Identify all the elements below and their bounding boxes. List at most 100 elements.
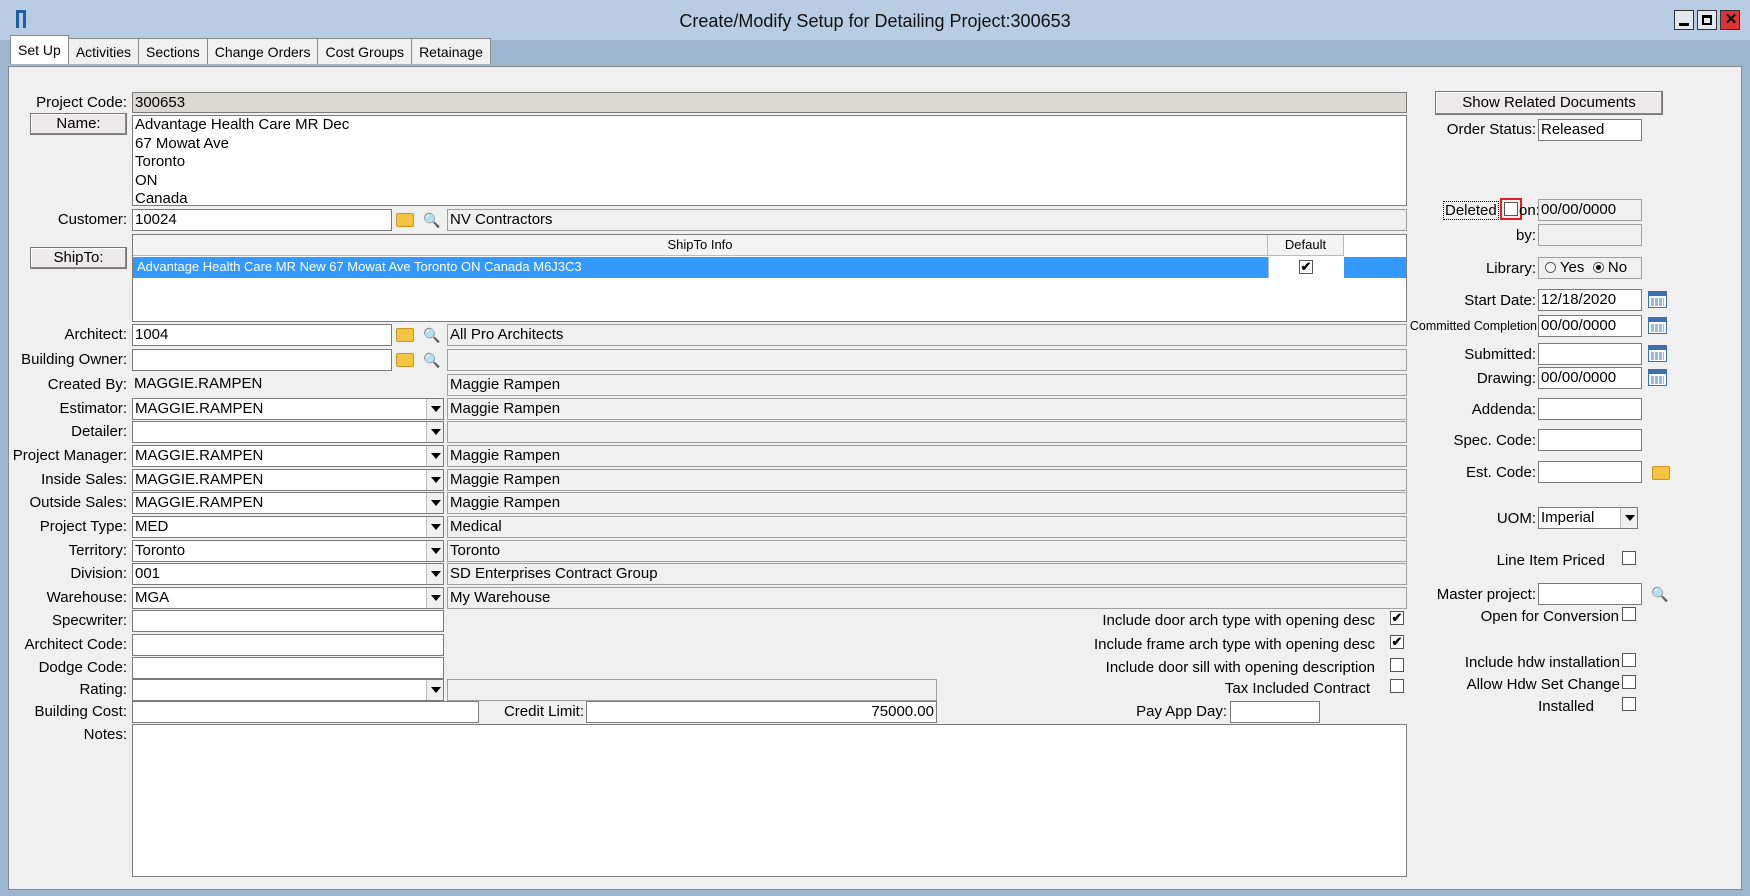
tab-setup[interactable]: Set Up [10, 35, 69, 64]
calendar-icon[interactable] [1648, 369, 1667, 386]
chevron-down-icon[interactable] [426, 493, 443, 513]
folder-icon[interactable] [1652, 466, 1670, 480]
pay-app-input[interactable] [1230, 701, 1320, 723]
default-checkbox[interactable]: ✔ [1299, 260, 1313, 274]
binoculars-icon[interactable]: 🔍 [422, 327, 442, 343]
name-textarea[interactable]: Advantage Health Care MR Dec 67 Mowat Av… [132, 115, 1407, 206]
chevron-down-icon[interactable] [426, 588, 443, 608]
by-label: by: [1515, 227, 1536, 244]
include-hdw-installation-checkbox[interactable] [1622, 653, 1636, 667]
folder-icon[interactable] [396, 328, 414, 342]
shipto-button[interactable]: ShipTo: [30, 247, 127, 269]
committed-completion-label: Committed Completion [1409, 319, 1537, 333]
addenda-input[interactable] [1538, 398, 1642, 420]
allow-hdw-set-change-checkbox[interactable] [1622, 675, 1636, 689]
uom-dropdown[interactable]: Imperial [1538, 507, 1638, 529]
tab-activities[interactable]: Activities [67, 38, 140, 64]
library-radio-group[interactable]: Yes No [1538, 257, 1642, 279]
chevron-down-icon[interactable] [426, 680, 443, 700]
library-yes-radio[interactable] [1545, 262, 1556, 273]
binoculars-icon[interactable]: 🔍 [422, 352, 442, 368]
architect-code-input[interactable] [132, 634, 444, 656]
folder-icon[interactable] [396, 353, 414, 367]
calendar-icon[interactable] [1648, 291, 1667, 308]
committed-completion-input[interactable]: 00/00/0000 [1538, 315, 1642, 337]
building-cost-input[interactable] [132, 701, 479, 723]
territory-label: Territory: [68, 542, 127, 559]
notes-textarea[interactable] [132, 724, 1407, 877]
name-button[interactable]: Name: [30, 113, 127, 135]
spec-code-input[interactable] [1538, 429, 1642, 451]
warehouse-label: Warehouse: [46, 589, 127, 606]
deleted-checkbox[interactable] [1504, 202, 1518, 216]
est-code-input[interactable] [1538, 461, 1642, 483]
shipto-info-header[interactable]: ShipTo Info [133, 235, 1268, 256]
estimator-value: MAGGIE.RAMPEN [135, 400, 264, 417]
chevron-down-icon[interactable] [426, 564, 443, 584]
dodge-code-input[interactable] [132, 657, 444, 679]
estimator-label: Estimator: [59, 400, 127, 417]
installed-checkbox[interactable] [1622, 697, 1636, 711]
project-type-dropdown[interactable]: MED [132, 516, 444, 538]
project-code-field: 300653 [132, 92, 1407, 113]
building-owner-name-field [447, 349, 1407, 371]
shipto-grid[interactable]: ShipTo Info Default Advantage Health Car… [132, 234, 1407, 322]
architect-input[interactable]: 1004 [132, 324, 392, 346]
estimator-dropdown[interactable]: MAGGIE.RAMPEN [132, 398, 444, 420]
allow-hdw-set-change-label: Allow Hdw Set Change [1466, 676, 1620, 693]
name-line: 67 Mowat Ave [135, 134, 229, 152]
start-date-input[interactable]: 12/18/2020 [1538, 289, 1642, 311]
warehouse-name-field: My Warehouse [447, 587, 1407, 609]
chevron-down-icon[interactable] [426, 399, 443, 419]
territory-dropdown[interactable]: Toronto [132, 540, 444, 562]
outside-sales-dropdown[interactable]: MAGGIE.RAMPEN [132, 492, 444, 514]
minimize-button[interactable] [1674, 10, 1694, 30]
close-button[interactable]: ✕ [1720, 10, 1740, 30]
project-manager-dropdown[interactable]: MAGGIE.RAMPEN [132, 445, 444, 467]
division-dropdown[interactable]: 001 [132, 563, 444, 585]
chevron-down-icon[interactable] [426, 470, 443, 490]
drawing-input[interactable]: 00/00/0000 [1538, 367, 1642, 389]
binoculars-icon[interactable]: 🔍 [422, 212, 442, 228]
chevron-down-icon[interactable] [426, 446, 443, 466]
detailer-name-field [447, 421, 1407, 443]
tab-sections[interactable]: Sections [138, 38, 208, 64]
credit-limit-input[interactable]: 75000.00 [586, 701, 937, 723]
detailer-dropdown[interactable] [132, 421, 444, 443]
default-cell[interactable]: ✔ [1268, 257, 1344, 278]
submitted-input[interactable] [1538, 343, 1642, 365]
architect-code-label: Architect Code: [24, 636, 127, 653]
chevron-down-icon[interactable] [426, 422, 443, 442]
warehouse-dropdown[interactable]: MGA [132, 587, 444, 609]
line-item-priced-checkbox[interactable] [1622, 551, 1636, 565]
master-project-input[interactable] [1538, 583, 1642, 605]
calendar-icon[interactable] [1648, 317, 1667, 334]
tab-retainage[interactable]: Retainage [411, 38, 491, 64]
chevron-down-icon[interactable] [426, 541, 443, 561]
calendar-icon[interactable] [1648, 345, 1667, 362]
rating-dropdown[interactable] [132, 679, 444, 701]
maximize-button[interactable] [1697, 10, 1717, 30]
tab-cost-groups[interactable]: Cost Groups [317, 38, 413, 64]
chevron-down-icon[interactable] [1620, 508, 1637, 528]
customer-input[interactable]: 10024 [132, 209, 392, 231]
default-header[interactable]: Default [1268, 235, 1344, 256]
chevron-down-icon[interactable] [426, 517, 443, 537]
folder-icon[interactable] [396, 213, 414, 227]
include-hdw-installation-label: Include hdw installation [1464, 654, 1620, 671]
inside-sales-dropdown[interactable]: MAGGIE.RAMPEN [132, 469, 444, 491]
library-no-radio[interactable] [1592, 262, 1604, 273]
open-for-conversion-checkbox[interactable] [1622, 607, 1636, 621]
pay-app-label: Pay App Day: [1136, 703, 1227, 720]
table-row[interactable]: Advantage Health Care MR New 67 Mowat Av… [133, 257, 1406, 278]
building-owner-input[interactable] [132, 349, 392, 371]
line-item-priced-label: Line Item Priced [1496, 552, 1605, 569]
frame-arch-checkbox[interactable]: ✔ [1390, 635, 1404, 649]
tab-change-orders[interactable]: Change Orders [206, 38, 319, 64]
territory-name-field: Toronto [447, 540, 1407, 562]
show-related-documents-button[interactable]: Show Related Documents [1435, 91, 1663, 115]
estimator-name-field: Maggie Rampen [447, 398, 1407, 420]
project-manager-label: Project Manager: [12, 447, 127, 464]
specwriter-input[interactable] [132, 610, 444, 632]
binoculars-icon[interactable]: 🔍 [1650, 586, 1670, 602]
